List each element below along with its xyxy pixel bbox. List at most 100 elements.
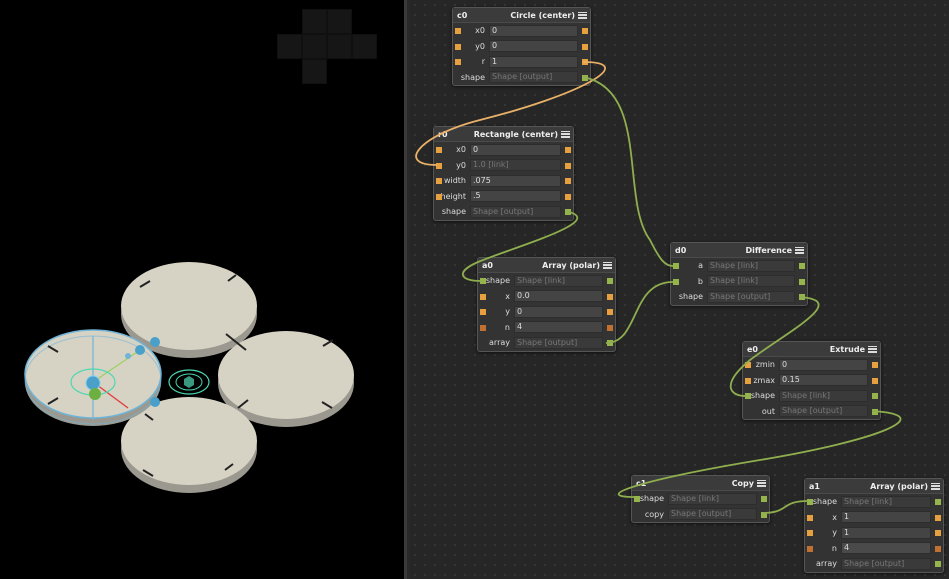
node-extrude[interactable]: e0 Extrude zmin 0 zmax 0.15 shape Shape … xyxy=(742,341,881,420)
node-array-polar-a1[interactable]: a1 Array (polar) shape Shape [link] x 1 … xyxy=(804,478,944,573)
input-port[interactable] xyxy=(480,309,486,315)
output-port[interactable] xyxy=(607,278,613,284)
value-field[interactable]: 0 xyxy=(489,24,578,37)
input-port[interactable] xyxy=(480,293,486,300)
node-header[interactable]: a0 Array (polar) xyxy=(478,258,615,273)
node-circle-center[interactable]: c0 Circle (center) x0 0 y0 0 r 1 shape S… xyxy=(452,7,591,86)
node-header[interactable]: c0 Circle (center) xyxy=(453,8,590,23)
value-field[interactable]: 1 xyxy=(841,511,931,524)
output-port[interactable] xyxy=(565,193,571,200)
input-port[interactable] xyxy=(455,28,461,34)
input-port[interactable] xyxy=(634,496,640,502)
node-menu-icon[interactable] xyxy=(931,482,940,491)
node-header[interactable]: e0 Extrude xyxy=(743,342,880,357)
node-id: c1 xyxy=(636,478,647,488)
input-port[interactable] xyxy=(745,377,751,384)
output-port[interactable] xyxy=(935,545,941,552)
input-port[interactable] xyxy=(455,43,461,50)
input-port[interactable] xyxy=(807,499,813,505)
value-field[interactable]: 1 xyxy=(489,55,578,68)
output-port[interactable] xyxy=(799,294,805,300)
node-array-polar-a0[interactable]: a0 Array (polar) shape Shape [link] x 0.… xyxy=(477,257,616,352)
output-port[interactable] xyxy=(565,178,571,184)
input-port[interactable] xyxy=(480,324,486,331)
node-menu-icon[interactable] xyxy=(757,479,766,488)
value-field[interactable]: 0 xyxy=(779,358,868,371)
value-field[interactable]: 0.0 xyxy=(514,290,603,303)
3d-viewport[interactable] xyxy=(0,0,404,579)
value-field[interactable]: 0 xyxy=(489,40,578,53)
node-row-x0: x0 0 xyxy=(453,23,590,39)
value-field[interactable]: .5 xyxy=(470,190,561,203)
node-header[interactable]: d0 Difference xyxy=(671,243,807,258)
rotation-handle[interactable] xyxy=(168,369,210,395)
output-port[interactable] xyxy=(582,28,588,34)
node-header[interactable]: r0 Rectangle (center) xyxy=(434,127,573,142)
output-port[interactable] xyxy=(582,43,588,50)
node-id: c0 xyxy=(457,10,468,20)
input-port[interactable] xyxy=(436,147,442,153)
node-menu-icon[interactable] xyxy=(603,261,612,270)
output-port[interactable] xyxy=(935,499,941,505)
input-port[interactable] xyxy=(480,278,486,284)
output-port[interactable] xyxy=(607,340,613,346)
output-port[interactable] xyxy=(565,147,571,153)
node-menu-icon[interactable] xyxy=(561,130,570,139)
input-port[interactable] xyxy=(807,514,813,521)
node-title: Copy xyxy=(731,478,754,488)
value-field[interactable]: 0 xyxy=(514,305,603,318)
input-port[interactable] xyxy=(436,178,442,184)
output-field: Shape [output] xyxy=(489,71,578,84)
output-port[interactable] xyxy=(872,408,878,415)
node-header[interactable]: a1 Array (polar) xyxy=(805,479,943,494)
input-port[interactable] xyxy=(455,59,461,65)
node-header[interactable]: c1 Copy xyxy=(632,476,769,491)
value-field[interactable]: 0.15 xyxy=(779,374,868,387)
output-port[interactable] xyxy=(565,162,571,169)
output-port[interactable] xyxy=(935,561,941,567)
node-id: e0 xyxy=(747,344,758,354)
node-row-x0: x0 0 xyxy=(434,142,573,158)
node-menu-icon[interactable] xyxy=(795,246,804,255)
output-port[interactable] xyxy=(799,263,805,269)
input-port[interactable] xyxy=(807,545,813,552)
output-port[interactable] xyxy=(872,393,878,399)
linked-field: 1.0 [link] xyxy=(470,159,561,172)
output-port[interactable] xyxy=(582,74,588,81)
node-difference[interactable]: d0 Difference a Shape [link] b Shape [li… xyxy=(670,242,808,306)
model-render[interactable] xyxy=(0,0,404,579)
value-field-active[interactable]: 4 xyxy=(841,542,931,555)
node-rectangle-center[interactable]: r0 Rectangle (center) x0 0 y0 1.0 [link]… xyxy=(433,126,574,221)
linked-field: Shape [link] xyxy=(707,259,795,272)
node-row-out: out Shape [output] xyxy=(743,404,880,420)
node-menu-icon[interactable] xyxy=(868,345,877,354)
input-port[interactable] xyxy=(807,530,813,536)
output-port[interactable] xyxy=(607,324,613,331)
value-field[interactable]: 0 xyxy=(470,143,561,156)
output-port[interactable] xyxy=(607,309,613,315)
input-port[interactable] xyxy=(673,263,679,269)
input-port[interactable] xyxy=(673,278,679,285)
input-port[interactable] xyxy=(436,162,442,169)
output-port[interactable] xyxy=(582,59,588,65)
output-port[interactable] xyxy=(565,209,571,215)
value-field[interactable]: 4 xyxy=(514,321,603,334)
output-port[interactable] xyxy=(761,496,767,502)
node-menu-icon[interactable] xyxy=(578,11,587,20)
input-port[interactable] xyxy=(436,193,442,200)
output-port[interactable] xyxy=(872,377,878,384)
linked-field: Shape [link] xyxy=(707,275,795,288)
row-label: shape xyxy=(441,207,466,217)
input-port[interactable] xyxy=(745,393,751,399)
output-port[interactable] xyxy=(799,278,805,285)
input-port[interactable] xyxy=(745,362,751,368)
value-field[interactable]: 1 xyxy=(841,526,931,539)
output-port[interactable] xyxy=(607,293,613,300)
node-copy[interactable]: c1 Copy shape Shape [link] copy Shape [o… xyxy=(631,475,770,523)
output-port[interactable] xyxy=(872,362,878,368)
output-port[interactable] xyxy=(935,514,941,521)
node-title: Rectangle (center) xyxy=(473,129,558,139)
output-port[interactable] xyxy=(761,511,767,518)
output-port[interactable] xyxy=(935,530,941,536)
value-field[interactable]: .075 xyxy=(470,174,561,187)
